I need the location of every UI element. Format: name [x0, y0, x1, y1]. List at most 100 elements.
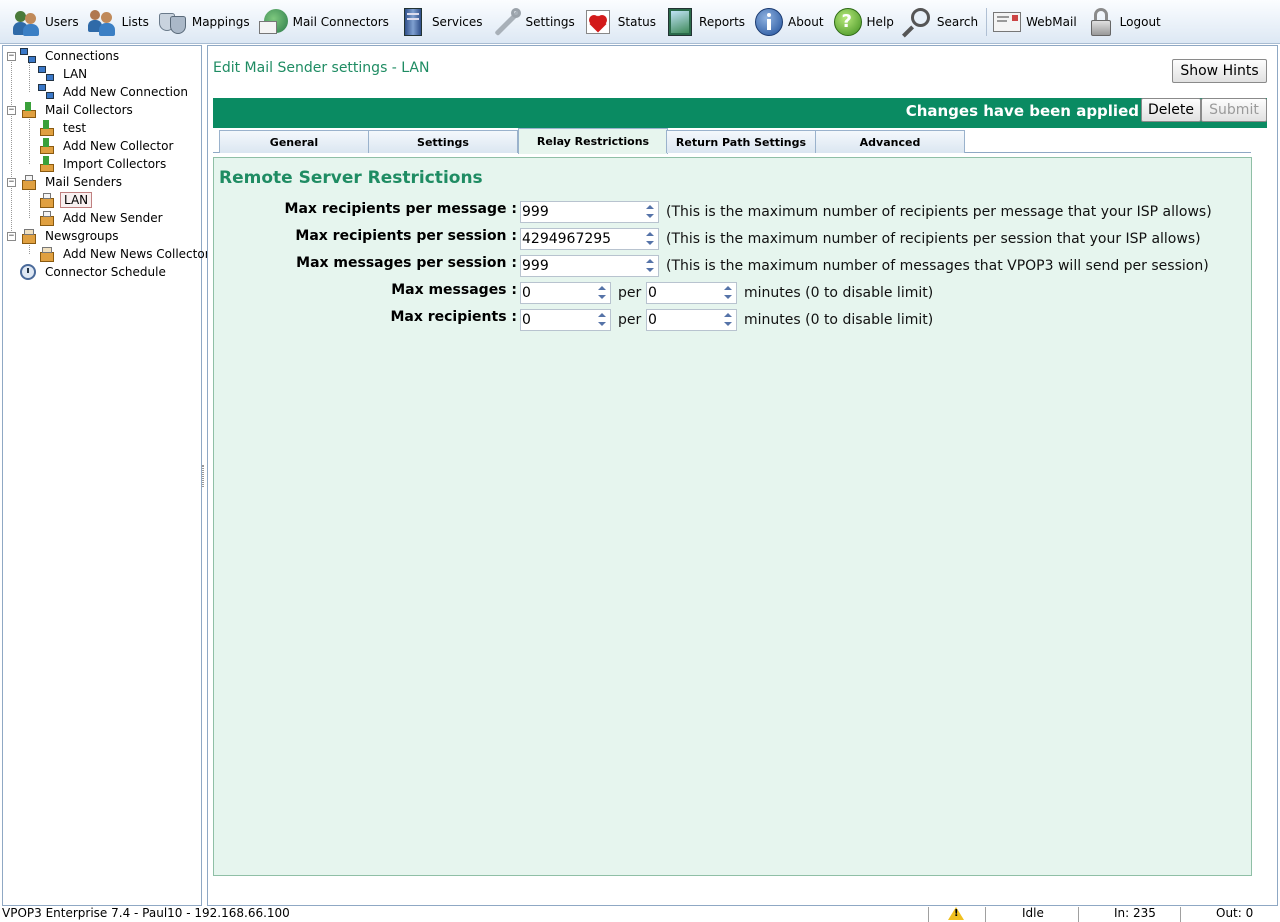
- selected-label: LAN: [60, 192, 93, 208]
- connection-state: Idle: [1022, 906, 1044, 920]
- logout-button[interactable]: Logout: [1083, 2, 1167, 42]
- status-button[interactable]: Status: [581, 2, 662, 42]
- spinner-arrows-icon[interactable]: [643, 257, 657, 275]
- reports-button[interactable]: Reports: [662, 2, 751, 42]
- max-messages-hint: minutes (0 to disable limit): [744, 285, 934, 301]
- collector-icon: [38, 156, 54, 172]
- tree-item-add-new-news-collector[interactable]: Add New News Collector: [38, 245, 213, 263]
- spinner-arrows-icon[interactable]: [643, 230, 657, 248]
- tree-item-mail-senders[interactable]: − Mail Senders: [7, 173, 125, 191]
- wrench-icon: [492, 7, 522, 37]
- tab-settings[interactable]: Settings: [368, 130, 518, 153]
- tree-item-newsgroups[interactable]: − Newsgroups: [7, 227, 122, 245]
- spinner-arrows-icon[interactable]: [643, 203, 657, 221]
- about-button[interactable]: About: [751, 2, 829, 42]
- tree-item-add-new-sender[interactable]: Add New Sender: [38, 209, 166, 227]
- collapse-icon[interactable]: −: [7, 231, 16, 241]
- users-button[interactable]: Users: [8, 2, 85, 42]
- heart-icon: [584, 7, 614, 37]
- mail-connectors-label: Mail Connectors: [292, 14, 389, 29]
- tree-item-collector-test[interactable]: test: [38, 119, 89, 137]
- spinner-arrows-icon[interactable]: [595, 311, 609, 329]
- show-hints-button[interactable]: Show Hints: [1172, 59, 1267, 83]
- tree-item-connector-schedule[interactable]: Connector Schedule: [20, 263, 169, 281]
- per-label: per: [618, 285, 642, 301]
- collector-icon: [38, 138, 54, 154]
- tree-item-add-new-connection[interactable]: Add New Connection: [38, 83, 191, 101]
- max-messages-per-session-hint: (This is the maximum number of messages …: [666, 258, 1209, 274]
- help-icon: ?: [833, 7, 863, 37]
- masks-icon: [158, 7, 188, 37]
- tree-item-connection-lan[interactable]: LAN: [38, 65, 90, 83]
- max-recipients-per-session-label: Max recipients per session :: [295, 228, 517, 244]
- mappings-label: Mappings: [191, 14, 250, 29]
- reports-label: Reports: [699, 14, 746, 29]
- lists-label: Lists: [121, 14, 149, 29]
- max-messages-per-session-label: Max messages per session :: [296, 255, 517, 271]
- max-recipients-per-message-input[interactable]: 999: [520, 201, 659, 223]
- page-title: Edit Mail Sender settings - LAN: [213, 60, 430, 76]
- submit-button[interactable]: Submit: [1201, 98, 1267, 122]
- help-button[interactable]: ? Help: [830, 2, 900, 42]
- action-bar: Changes have been applied: [213, 98, 1267, 128]
- collapse-icon[interactable]: −: [7, 105, 16, 115]
- max-recipients-input[interactable]: 0: [520, 309, 611, 331]
- in-count: In: 235: [1114, 906, 1156, 920]
- padlock-icon: [1086, 7, 1116, 37]
- help-label: Help: [866, 14, 894, 29]
- splitter-grip[interactable]: [202, 465, 204, 487]
- section-title: Remote Server Restrictions: [219, 168, 483, 188]
- tab-return-path-settings[interactable]: Return Path Settings: [666, 130, 816, 153]
- mail-connectors-button[interactable]: Mail Connectors: [256, 2, 395, 42]
- max-recipients-minutes-input[interactable]: 0: [646, 309, 737, 331]
- max-recipients-hint: minutes (0 to disable limit): [744, 312, 934, 328]
- settings-button[interactable]: Settings: [489, 2, 581, 42]
- tab-bar: General Settings Relay Restrictions Retu…: [213, 128, 1251, 154]
- tree-item-connections[interactable]: − Connections: [7, 47, 122, 65]
- max-messages-label: Max messages :: [391, 282, 517, 298]
- network-icon: [38, 66, 54, 82]
- search-button[interactable]: Search: [900, 2, 984, 42]
- server-icon: [398, 7, 428, 37]
- globe-mail-icon: [258, 7, 289, 37]
- lists-icon: [87, 7, 118, 37]
- max-messages-per-session-input[interactable]: 999: [520, 255, 659, 277]
- tree-item-add-new-collector[interactable]: Add New Collector: [38, 137, 176, 155]
- tab-general[interactable]: General: [219, 130, 369, 153]
- tree-guide-line: [29, 63, 30, 92]
- per-label: per: [618, 312, 642, 328]
- toolbar-separator: [986, 7, 988, 36]
- spinner-arrows-icon[interactable]: [721, 311, 735, 329]
- spinner-arrows-icon[interactable]: [721, 284, 735, 302]
- max-recipients-per-session-input[interactable]: 4294967295: [520, 228, 659, 250]
- tree-item-mail-collectors[interactable]: − Mail Collectors: [7, 101, 136, 119]
- magnifier-icon: [901, 7, 933, 38]
- spinner-arrows-icon[interactable]: [595, 284, 609, 302]
- tree-item-sender-lan[interactable]: LAN: [38, 191, 93, 209]
- settings-label: Settings: [525, 14, 575, 29]
- collapse-icon[interactable]: −: [7, 51, 16, 61]
- status-divider: [985, 907, 986, 922]
- webmail-label: WebMail: [1026, 14, 1077, 29]
- status-divider: [1078, 907, 1079, 922]
- tree-item-import-collectors[interactable]: Import Collectors: [38, 155, 169, 173]
- max-recipients-per-message-hint: (This is the maximum number of recipient…: [666, 204, 1212, 220]
- out-count: Out: 0: [1216, 906, 1254, 920]
- webmail-button[interactable]: WebMail: [989, 2, 1083, 42]
- tab-advanced[interactable]: Advanced: [815, 130, 965, 153]
- status-divider: [928, 907, 929, 922]
- tab-relay-restrictions[interactable]: Relay Restrictions: [518, 128, 668, 154]
- max-recipients-per-session-hint: (This is the maximum number of recipient…: [666, 231, 1201, 247]
- mappings-button[interactable]: Mappings: [155, 2, 256, 42]
- services-button[interactable]: Services: [395, 2, 489, 42]
- users-icon: [11, 7, 41, 37]
- lists-button[interactable]: Lists: [85, 2, 155, 42]
- network-icon: [20, 48, 36, 64]
- users-label: Users: [45, 14, 79, 29]
- delete-button[interactable]: Delete: [1141, 98, 1201, 122]
- warning-icon[interactable]: !: [948, 907, 964, 921]
- max-messages-input[interactable]: 0: [520, 282, 611, 304]
- max-messages-minutes-input[interactable]: 0: [646, 282, 737, 304]
- main-toolbar: Users Lists Mappings Mail Connectors Ser…: [0, 0, 1280, 44]
- collapse-icon[interactable]: −: [7, 177, 16, 187]
